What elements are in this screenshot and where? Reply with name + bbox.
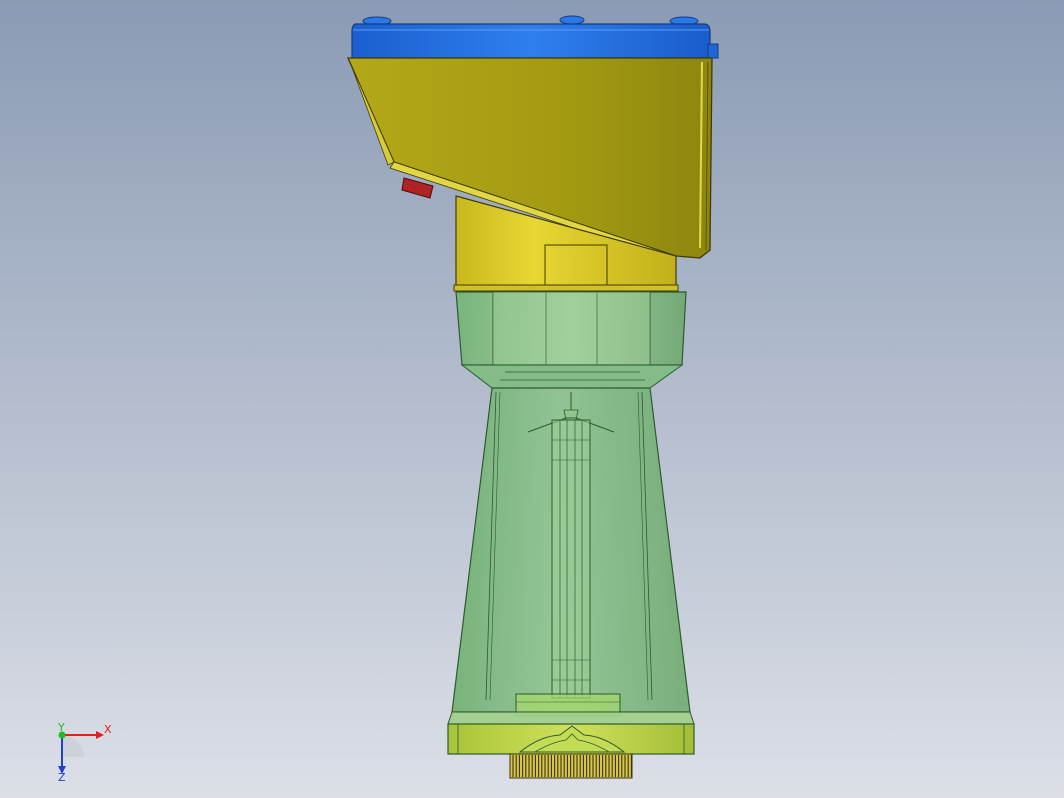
x-axis-label: X: [104, 723, 112, 736]
thread-ring[interactable]: [509, 753, 633, 779]
flange-base[interactable]: [447, 711, 695, 755]
z-axis-label: Z: [58, 771, 66, 784]
horn-antenna[interactable]: [451, 291, 691, 717]
3d-viewport[interactable]: X Y Z: [0, 0, 1064, 798]
y-axis-label: Y: [57, 721, 65, 734]
viewport-canvas[interactable]: X Y Z: [0, 0, 1064, 798]
